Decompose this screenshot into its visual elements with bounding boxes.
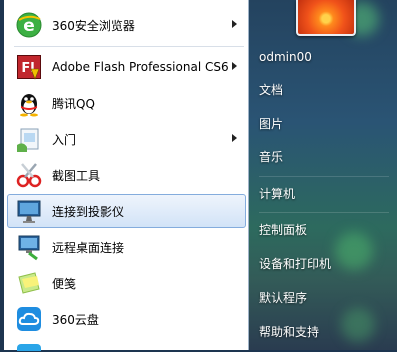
snipping-tool-icon [14,160,44,190]
pinned-separator [14,46,244,47]
360-cloud-icon [14,304,44,334]
remote-desktop-icon [14,232,44,262]
music-link[interactable]: 音乐 [259,146,394,168]
projector-icon [14,196,44,226]
program-remote-desktop[interactable]: 远程桌面连接 [7,230,246,264]
program-360-cloud[interactable]: 360云盘 [7,302,246,336]
program-snipping-tool[interactable]: 截图工具 [7,158,246,192]
360-browser-icon: e [14,10,44,40]
svg-text:e: e [23,16,35,36]
submenu-arrow-icon[interactable] [232,20,237,28]
menu-separator [259,176,389,177]
submenu-arrow-icon[interactable] [232,134,237,142]
program-qq[interactable]: 腾讯QQ [7,86,246,120]
programs-pane: e 360安全浏览器 Fl Adobe Flash Professional C… [4,0,249,351]
control-panel-link[interactable]: 控制面板 [259,219,394,241]
program-label: 连接到投影仪 [52,204,125,219]
flash-icon: Fl [14,52,44,82]
user-avatar[interactable] [296,0,356,36]
qq-penguin-icon [14,88,44,118]
program-getting-started[interactable]: 入门 [7,122,246,156]
pictures-link[interactable]: 图片 [259,113,394,135]
program-360-browser[interactable]: e 360安全浏览器 [7,8,246,42]
program-label: 360云盘 [52,312,99,327]
menu-separator [259,212,389,213]
default-programs-link[interactable]: 默认程序 [259,287,394,309]
user-folder-link[interactable]: odmin00 [259,46,394,68]
getting-started-icon [14,124,44,154]
computer-link[interactable]: 计算机 [259,183,394,205]
program-adobe-flash[interactable]: Fl Adobe Flash Professional CS6 [7,50,246,84]
devices-printers-link[interactable]: 设备和打印机 [259,253,394,275]
program-sticky-notes[interactable]: 便笺 [7,266,246,300]
program-label: Adobe Flash Professional CS6 [52,60,229,74]
help-support-link[interactable]: 帮助和支持 [259,321,394,343]
documents-link[interactable]: 文档 [259,79,394,101]
right-menu-pane: odmin00 文档 图片 音乐 计算机 控制面板 设备和打印机 默认程序 帮助… [249,0,397,350]
program-label: 远程桌面连接 [52,240,125,255]
sticky-notes-icon [14,268,44,298]
program-label: 便笺 [52,276,77,291]
program-label: 腾讯QQ [52,96,95,111]
program-label: 360安全浏览器 [52,18,135,33]
app-icon [14,339,44,351]
submenu-arrow-icon[interactable] [232,62,237,70]
program-label: 截图工具 [52,168,101,183]
program-label: 入门 [52,132,77,147]
program-connect-projector[interactable]: 连接到投影仪 [7,194,246,228]
